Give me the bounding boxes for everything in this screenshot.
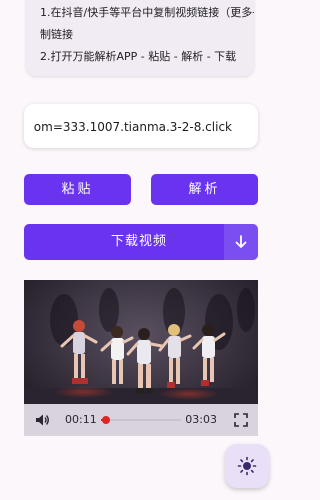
- sun-icon: [237, 456, 257, 476]
- instruction-line-1: 1.在抖音/快手等平台中复制视频链接（更多→复: [40, 6, 254, 19]
- fullscreen-icon[interactable]: [234, 413, 248, 427]
- seek-bar[interactable]: [101, 416, 181, 424]
- current-time: 00:11: [65, 413, 97, 426]
- instruction-line-3: 2.打开万能解析APP - 粘贴 - 解析 - 下载: [40, 50, 237, 63]
- theme-toggle-button[interactable]: [225, 444, 269, 488]
- download-video-button[interactable]: 下载视频: [24, 224, 224, 260]
- parse-button[interactable]: 解析: [151, 174, 258, 205]
- video-controls: 00:11 03:03: [24, 404, 258, 436]
- video-player[interactable]: 00:11 03:03: [24, 280, 258, 436]
- seek-thumb[interactable]: [101, 416, 110, 424]
- instructions-card: 1.在抖音/快手等平台中复制视频链接（更多→复 制链接 2.打开万能解析APP …: [26, 0, 254, 76]
- download-button-group: 下载视频: [24, 224, 258, 260]
- arrow-down-icon: [235, 235, 247, 248]
- instruction-line-2: 制链接: [40, 28, 73, 41]
- download-dropdown-button[interactable]: [224, 224, 258, 260]
- volume-icon[interactable]: [34, 412, 50, 428]
- url-input[interactable]: [24, 104, 234, 148]
- url-input-card[interactable]: [24, 104, 258, 148]
- paste-button[interactable]: 粘贴: [24, 174, 131, 205]
- duration-time: 03:03: [185, 413, 217, 426]
